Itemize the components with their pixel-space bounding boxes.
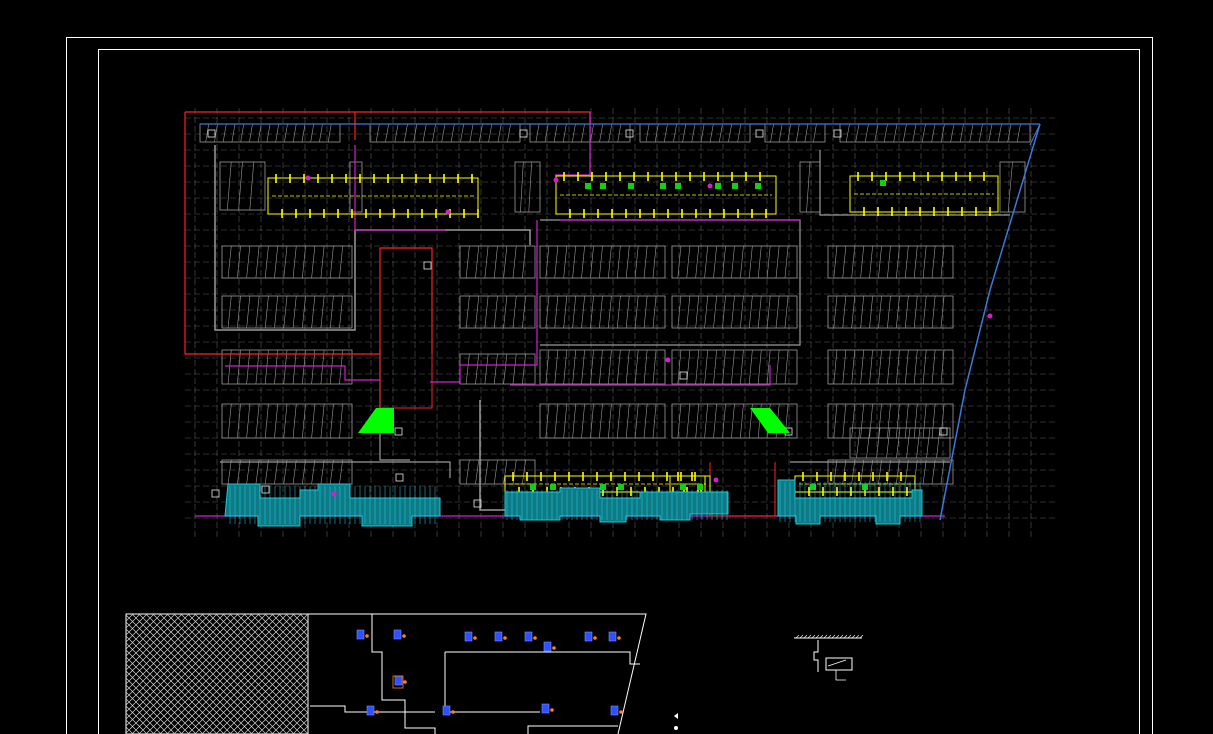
fan-symbol (543, 641, 552, 652)
marker-dot (713, 477, 719, 483)
diffuser (680, 484, 686, 490)
fan-symbol (541, 703, 550, 714)
fan-symbol (584, 631, 593, 642)
diffuser (755, 183, 761, 189)
diffuser (628, 183, 634, 189)
point-marker (674, 726, 678, 730)
diffuser (697, 484, 703, 490)
valve-symbol (451, 710, 455, 714)
diffuser (880, 180, 886, 186)
fan-symbol (366, 705, 375, 716)
diffuser (675, 183, 681, 189)
valve-symbol (550, 708, 554, 712)
valve-symbol (619, 710, 623, 714)
diffuser (530, 484, 536, 490)
fan-symbol (608, 631, 617, 642)
valve-symbol (533, 636, 537, 640)
valve-symbol (552, 646, 556, 650)
fan-symbol (610, 705, 619, 716)
fan-symbol (394, 675, 403, 686)
fan-symbol (393, 629, 402, 640)
valve-symbol (473, 636, 477, 640)
marker-dot (665, 357, 671, 363)
valve-symbol (503, 636, 507, 640)
valve-symbol (403, 680, 407, 684)
fan-symbol (494, 631, 503, 642)
valve-symbol (593, 636, 597, 640)
hatch-frame (125, 613, 309, 734)
marker-dot (305, 175, 311, 181)
diffuser (600, 484, 606, 490)
marker-dot (987, 313, 993, 319)
valve-symbol (365, 634, 369, 638)
diffuser (732, 183, 738, 189)
valve-symbol (375, 710, 379, 714)
fan-symbol (356, 629, 365, 640)
diffuser (550, 484, 556, 490)
fan-symbol (464, 631, 473, 642)
cad-drawing-canvas (0, 0, 1213, 734)
diffuser (600, 183, 606, 189)
marker-dot (445, 209, 451, 215)
fan-symbol (524, 631, 533, 642)
diffuser (660, 183, 666, 189)
diffuser (715, 183, 721, 189)
marker-dot (553, 177, 559, 183)
diffuser (585, 183, 591, 189)
marker-dot (707, 183, 713, 189)
fan-symbol (442, 705, 451, 716)
valve-symbol (617, 636, 621, 640)
valve-symbol (402, 634, 406, 638)
diffuser (618, 484, 624, 490)
marker-dot (331, 491, 337, 497)
